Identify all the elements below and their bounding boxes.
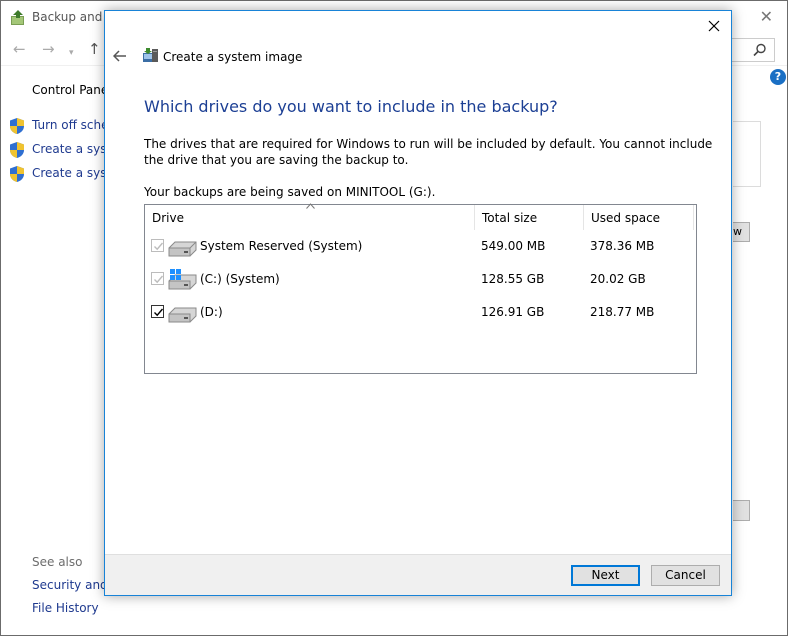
drive-list[interactable]: Drive Total size Used space System Reser…: [144, 203, 697, 374]
drive-total-size: 549.00 MB: [481, 239, 546, 253]
drive-row[interactable]: (D:) 126.91 GB 218.77 MB: [145, 296, 696, 329]
column-header-label: Drive: [152, 211, 184, 225]
description-text: The drives that are required for Windows…: [144, 137, 713, 167]
drive-checkbox[interactable]: [151, 272, 164, 285]
drive-row[interactable]: System Reserved (System) 549.00 MB 378.3…: [145, 230, 696, 263]
search-icon: [753, 43, 766, 57]
up-arrow-icon[interactable]: ↑: [88, 40, 101, 58]
save-location-text: Your backups are being saved on MINITOOL…: [144, 185, 436, 199]
checkmark-icon: [154, 275, 164, 284]
uac-shield-icon: [10, 142, 24, 158]
backup-app-icon: [11, 10, 24, 25]
dialog-header-title: Create a system image: [163, 50, 303, 64]
drive-total-size: 126.91 GB: [481, 305, 545, 319]
checkmark-icon: [154, 308, 164, 317]
sidebar-title[interactable]: Control Panel: [32, 83, 112, 97]
background-button-label: w: [733, 225, 742, 238]
hard-drive-icon: [168, 307, 197, 323]
navigation-bar: ← → ▾ ↑: [1, 37, 111, 63]
checkmark-icon: [154, 242, 164, 251]
back-arrow-icon[interactable]: [113, 49, 127, 63]
dialog-footer: Next Cancel: [105, 554, 731, 595]
column-header-label: Used space: [591, 211, 661, 225]
drive-row[interactable]: (C:) (System) 128.55 GB 20.02 GB: [145, 263, 696, 296]
window-close-icon[interactable]: ✕: [760, 7, 773, 27]
drive-used-space: 218.77 MB: [590, 305, 655, 319]
back-arrow-icon[interactable]: ←: [13, 40, 26, 58]
page-heading: Which drives do you want to include in t…: [144, 97, 558, 116]
recent-locations-chevron-icon[interactable]: ▾: [69, 44, 74, 62]
drive-checkbox[interactable]: [151, 239, 164, 252]
column-header-total-size[interactable]: Total size: [475, 205, 584, 230]
uac-shield-icon: [10, 118, 24, 134]
cancel-button[interactable]: Cancel: [651, 565, 720, 586]
windows-system-drive-icon: [168, 269, 197, 290]
drive-total-size: 128.55 GB: [481, 272, 545, 286]
drive-checkbox[interactable]: [151, 305, 164, 318]
next-button[interactable]: Next: [571, 565, 640, 586]
drive-name: (C:) (System): [200, 272, 280, 286]
drive-name: (D:): [200, 305, 223, 319]
uac-shield-icon: [10, 166, 24, 182]
search-box[interactable]: [727, 38, 775, 62]
background-panel-box: [733, 121, 761, 187]
background-button[interactable]: [733, 500, 750, 521]
file-history-link[interactable]: File History: [32, 601, 99, 615]
help-icon[interactable]: ?: [770, 69, 786, 85]
see-also-heading: See also: [32, 555, 83, 569]
close-icon[interactable]: [705, 17, 723, 35]
background-button[interactable]: w: [733, 222, 750, 242]
system-image-icon: [143, 48, 158, 62]
hard-drive-icon: [168, 241, 197, 257]
drive-name: System Reserved (System): [200, 239, 363, 253]
window-title: Backup and R: [32, 10, 115, 24]
drive-used-space: 20.02 GB: [590, 272, 646, 286]
column-header-used-space[interactable]: Used space: [584, 205, 694, 230]
create-system-image-dialog: Create a system image Which drives do yo…: [104, 10, 732, 596]
column-header-drive[interactable]: Drive: [145, 205, 475, 230]
column-header-label: Total size: [482, 211, 538, 225]
drive-used-space: 378.36 MB: [590, 239, 655, 253]
forward-arrow-icon[interactable]: →: [42, 40, 55, 58]
